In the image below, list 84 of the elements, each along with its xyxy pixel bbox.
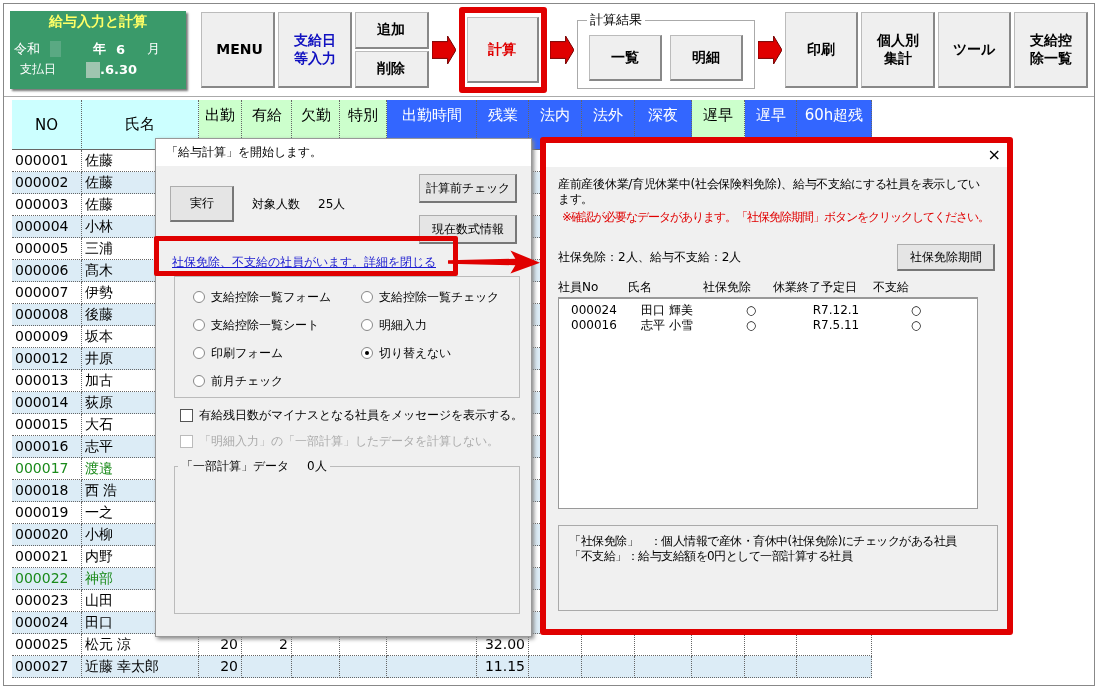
note-text: 「不支給」：給与支給額を0円として一部計算する社員 (569, 549, 854, 564)
toolbar-button[interactable]: 支給控除一覧 (1014, 12, 1088, 88)
list-cell-text: 田口 輝美 (641, 303, 694, 318)
toolbar-button[interactable]: 支給日等入力 (278, 12, 352, 88)
target-count: 25人 (318, 195, 346, 213)
option-label[interactable]: 支給控除一覧フォーム (211, 288, 331, 306)
toolbar-button[interactable]: 印刷 (784, 12, 859, 88)
employee-number: 000013 (12, 370, 82, 392)
list-cell-text: 000024 (571, 303, 618, 318)
employee-number: 000018 (12, 480, 82, 502)
employee-number: 000005 (12, 238, 82, 260)
message-text: 産前産後休業/育児休業中(社会保険料免除)、給与不支給にする社員を表示しています。 (558, 177, 981, 207)
list-cell-text: ○ (744, 303, 758, 318)
list-cell-text: ○ (744, 318, 758, 333)
employee-number: 000020 (12, 524, 82, 546)
panel-title: 給与入力と計算 (47, 13, 149, 31)
warning-text: ※確認が必要なデータがあります。「社保免除期間」ボタンをクリックしてください。 (562, 209, 991, 226)
employee-number: 000025 (12, 634, 82, 656)
employee-number: 000019 (12, 502, 82, 524)
employee-number: 000016 (12, 436, 82, 458)
employee-number: 000023 (12, 590, 82, 612)
period-button[interactable]: 社保免除期間 (897, 244, 995, 271)
toolbar-button[interactable]: ツール (937, 12, 1012, 88)
pay-date-label: 支払日 (20, 61, 56, 78)
employee-name: 近藤 幸太郎 (82, 656, 199, 678)
employee-number: 000017 (12, 458, 82, 480)
era-label: 令和 (14, 40, 40, 58)
option-label[interactable]: 切り替えない (379, 344, 451, 362)
pay-date-value: .6.30 (100, 62, 137, 77)
toolbar-button[interactable]: 個人別集計 (861, 12, 935, 88)
employee-number: 000006 (12, 260, 82, 282)
toolbar-button[interactable]: 一覧 (588, 35, 662, 81)
option-label[interactable]: 支給控除一覧チェック (379, 288, 499, 306)
column-header: 社保免除 (703, 278, 752, 296)
table-cell: 11.15 (477, 656, 529, 678)
group-title: 計算結果 (586, 11, 645, 28)
column-header: NO (12, 100, 82, 150)
precheck-button[interactable]: 計算前チェック (419, 174, 517, 203)
employee-name: 松元 涼 (82, 634, 199, 656)
note-text: 「社保免除」 ：個人情報で産休・育休中(社保免除)にチェックがある社員 (569, 534, 958, 549)
toolbar-button[interactable]: 削除 (354, 51, 429, 88)
list-cell-text: R7.5.11 (811, 318, 861, 333)
run-button[interactable]: 実行 (170, 186, 234, 222)
toolbar-button[interactable]: 明細 (669, 35, 743, 81)
formula-info-button[interactable]: 現在数式情報 (419, 215, 517, 244)
toolbar-button[interactable]: 追加 (354, 12, 429, 49)
month-value: 6 (116, 41, 126, 57)
employee-number: 000008 (12, 304, 82, 326)
option-label[interactable]: 支給控除一覧シート (211, 316, 319, 334)
column-header: 社員No (558, 278, 600, 296)
employee-number: 000001 (12, 150, 82, 172)
employee-number: 000021 (12, 546, 82, 568)
toolbar-button[interactable]: MENU (201, 12, 276, 88)
list-cell-text: ○ (909, 303, 923, 318)
employee-number: 000015 (12, 414, 82, 436)
column-header: 不支給 (873, 278, 910, 296)
employee-number: 000014 (12, 392, 82, 414)
employee-number: 000004 (12, 216, 82, 238)
employee-number: 000002 (12, 172, 82, 194)
employee-number: 000024 (12, 612, 82, 634)
option-label[interactable]: 印刷フォーム (211, 344, 283, 362)
summary-text: 社保免除：2人、給与不支給：2人 (558, 249, 742, 266)
employee-number: 000027 (12, 656, 82, 678)
list-cell-text: 000016 (571, 318, 618, 333)
option-label[interactable]: 前月チェック (211, 372, 283, 390)
employee-number: 000012 (12, 348, 82, 370)
checkbox-label[interactable]: 有給残日数がマイナスとなる社員をメッセージを表示する。 (199, 406, 523, 424)
option-label[interactable]: 明細入力 (379, 316, 427, 334)
month-label: 月 (147, 40, 161, 58)
close-button[interactable]: × (981, 143, 1007, 167)
year-label: 年 (93, 40, 106, 58)
column-header: 休業終了予定日 (773, 278, 858, 296)
employee-number: 000022 (12, 568, 82, 590)
target-label: 対象人数 (252, 195, 300, 213)
list-cell-text: 志平 小雪 (641, 318, 694, 333)
toolbar-button[interactable]: 計算 (466, 17, 539, 83)
column-header: 氏名 (628, 278, 653, 296)
employee-number: 000009 (12, 326, 82, 348)
list-cell-text: ○ (909, 318, 923, 333)
employee-number: 000003 (12, 194, 82, 216)
group-count: 0人 (307, 458, 327, 474)
list-cell-text: R7.12.1 (811, 303, 861, 318)
table-cell: 20 (199, 656, 242, 678)
employee-number: 000007 (12, 282, 82, 304)
